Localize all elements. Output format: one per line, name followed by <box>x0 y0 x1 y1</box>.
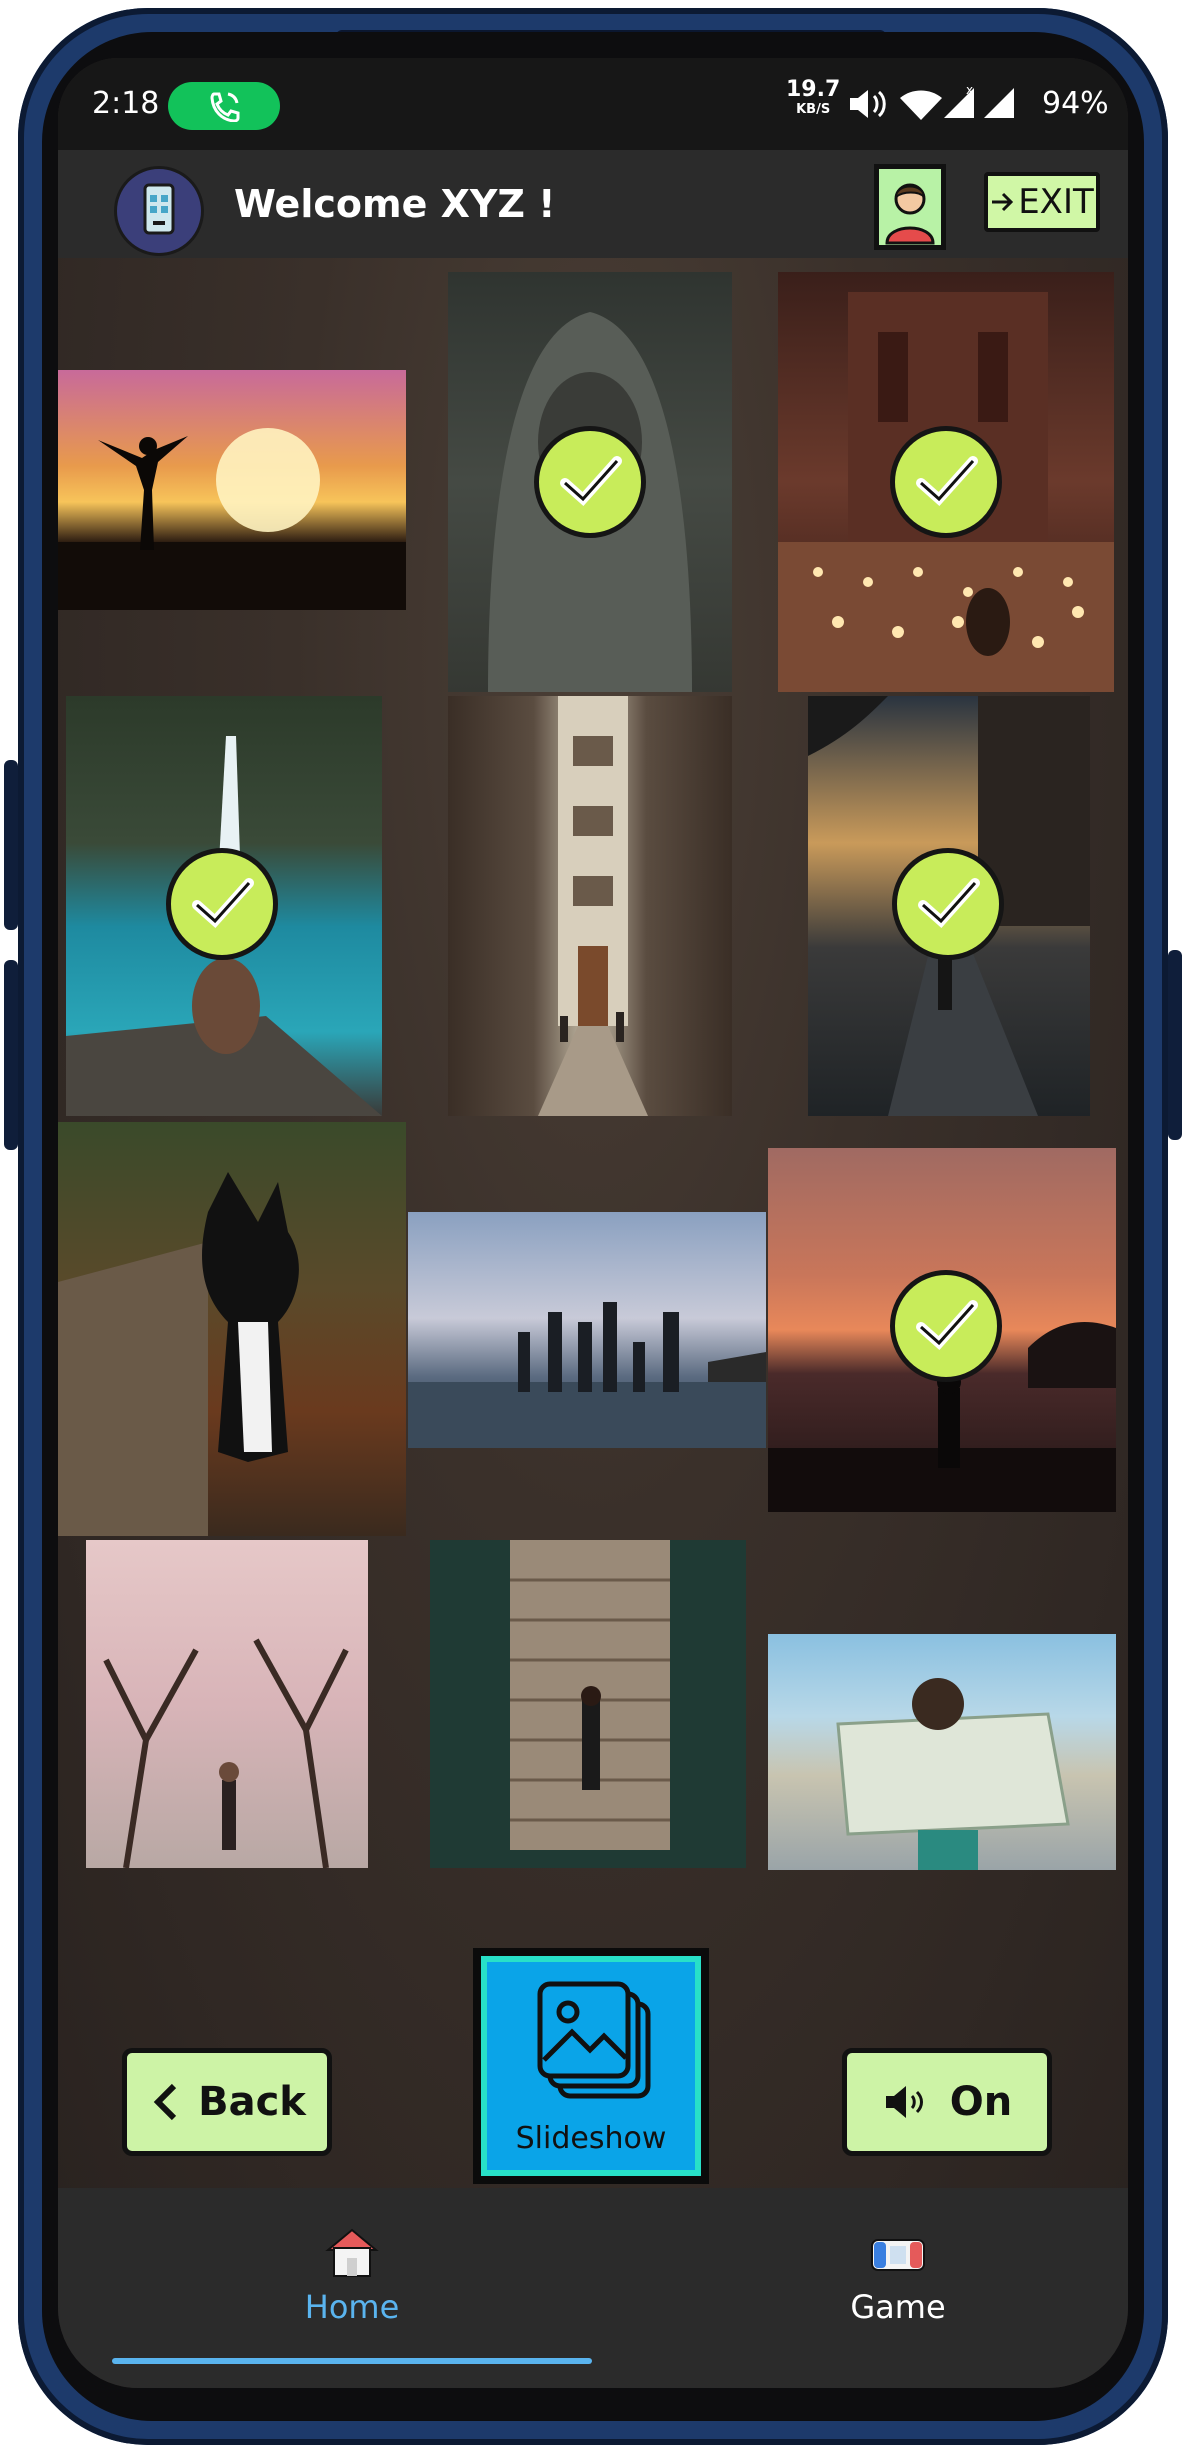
nav-item-game[interactable]: Game <box>748 2226 1048 2326</box>
cherry-blossom-path-image <box>103 1638 349 1868</box>
dog-on-bench-image <box>58 1172 299 1536</box>
exit-button[interactable]: EXIT <box>984 172 1100 232</box>
dock-lying-person-image <box>510 1540 670 1850</box>
phone-screen: 2:18 19.7 KB/S x 94% Welcome XYZ ! EXIT … <box>58 58 1128 2388</box>
photo-tile[interactable] <box>448 272 732 692</box>
arrow-right-icon <box>992 192 1014 212</box>
photo-tile[interactable] <box>66 696 382 1116</box>
checkmark-icon <box>916 1300 978 1351</box>
network-speed: 19.7 KB/S <box>786 77 841 120</box>
signal-icon: x <box>944 83 1014 118</box>
alley-street-image <box>538 696 648 1116</box>
phone-app-icon <box>143 183 175 235</box>
side-button <box>4 760 18 930</box>
sound-label: On <box>949 2079 1013 2125</box>
photo-tile[interactable] <box>58 1122 406 1536</box>
checkmark-icon <box>916 456 978 507</box>
checkmark-icon <box>192 878 254 929</box>
wifi-icon <box>900 90 942 120</box>
nav-label-home: Home <box>304 2288 400 2326</box>
battery-level: 94% <box>1042 86 1109 121</box>
side-button <box>1168 950 1182 1140</box>
checkmark-icon <box>560 456 622 507</box>
photo-tile[interactable] <box>58 370 406 610</box>
selected-check[interactable] <box>892 848 1004 960</box>
app-logo[interactable] <box>114 166 204 256</box>
active-tab-indicator <box>112 2358 592 2364</box>
photo-gallery: Back On <box>58 258 1128 2218</box>
photo-tile[interactable] <box>768 1148 1116 1512</box>
beach-friends-image <box>408 1302 766 1448</box>
svg-text:x: x <box>966 84 973 97</box>
selected-check[interactable] <box>534 426 646 538</box>
phone-call-icon <box>210 92 240 122</box>
photo-tile[interactable] <box>778 272 1114 692</box>
speaker-icon <box>885 2086 923 2118</box>
photo-tile[interactable] <box>768 1634 1116 1870</box>
network-speed-unit: KB/S <box>796 102 831 117</box>
checkmark-icon <box>918 878 980 929</box>
volume-icon <box>850 90 886 118</box>
back-button[interactable]: Back <box>122 2048 332 2156</box>
status-icons: x <box>848 83 1034 128</box>
bottom-navigation: Home Game <box>58 2188 1128 2388</box>
slideshow-button[interactable]: Slideshow <box>473 1948 709 2184</box>
status-bar: 2:18 19.7 KB/S x 94% <box>58 58 1128 150</box>
sound-toggle-button[interactable]: On <box>842 2048 1052 2156</box>
side-button <box>4 960 18 1150</box>
user-profile-icon <box>879 169 941 245</box>
selected-check[interactable] <box>890 426 1002 538</box>
exit-label: EXIT <box>1018 182 1094 222</box>
photo-tile[interactable] <box>86 1540 368 1868</box>
back-label: Back <box>198 2079 306 2125</box>
selected-check[interactable] <box>890 1270 1002 1382</box>
network-speed-value: 19.7 <box>786 77 841 102</box>
map-reader-image <box>836 1678 1070 1870</box>
photo-tile[interactable] <box>448 696 732 1116</box>
chevron-left-icon <box>153 2083 177 2121</box>
photo-tile[interactable] <box>430 1540 746 1868</box>
photo-tile[interactable] <box>808 696 1090 1116</box>
home-icon <box>325 2228 379 2277</box>
welcome-title: Welcome XYZ ! <box>234 182 556 226</box>
image-stack-icon <box>537 1981 651 2099</box>
status-time: 2:18 <box>92 86 160 121</box>
sunset-silhouette-image <box>58 428 406 610</box>
nav-item-home[interactable]: Home <box>202 2226 502 2326</box>
game-controller-icon <box>871 2239 925 2271</box>
slideshow-label: Slideshow <box>515 2121 667 2156</box>
nav-label-game: Game <box>850 2288 946 2326</box>
ongoing-call-pill[interactable] <box>168 82 280 130</box>
profile-button[interactable] <box>874 164 946 250</box>
selected-check[interactable] <box>166 848 278 960</box>
photo-tile[interactable] <box>408 1212 766 1448</box>
